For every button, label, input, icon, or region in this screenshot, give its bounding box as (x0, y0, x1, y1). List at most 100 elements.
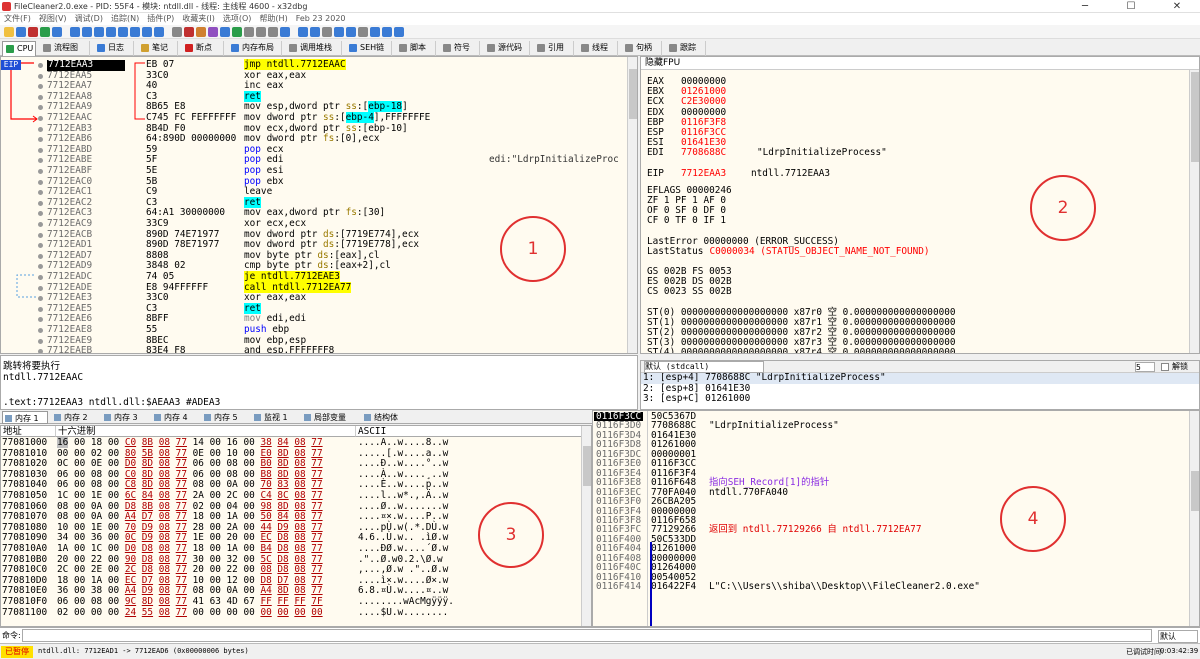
hide-fpu-toggle[interactable]: 隐藏FPU (641, 57, 1199, 70)
breakpoint-dot[interactable] (38, 63, 43, 68)
breakpoint-dot[interactable] (38, 116, 43, 121)
menu-item-5[interactable]: 收藏夹(I) (182, 13, 215, 25)
disasm-row[interactable]: 7712EAC0 5B pop ebx (1, 176, 629, 188)
disasm-row[interactable]: 7712EAB6 64:890D 00000000 mov dword ptr fs… (1, 133, 629, 145)
tab-4[interactable]: 断点 (182, 41, 224, 56)
register-line[interactable]: ECX C2E30000 (647, 97, 757, 107)
register-line[interactable]: EIP 7712EAA3 ntdll.7712EAA3 (647, 168, 830, 179)
menu-item-7[interactable]: 帮助(H) (259, 13, 287, 25)
disasm-row[interactable]: 7712EAC1 C9 leave (1, 186, 629, 198)
toolbar-button-icon[interactable] (268, 27, 278, 37)
toolbar-button-icon[interactable] (4, 27, 14, 37)
toolbar-button-icon[interactable] (358, 27, 368, 37)
toolbar-button-icon[interactable] (70, 27, 80, 37)
dump-tab-5[interactable]: 监视 1 (252, 411, 298, 424)
dump-row[interactable]: 77081000 16 00 18 00 C0 8B 08 77 14 00 16… (1, 437, 583, 449)
menu-item-8[interactable]: Feb 23 2020 (296, 13, 346, 25)
tab-12[interactable]: 线程 (578, 41, 618, 56)
dump-tab-1[interactable]: 内存 2 (52, 411, 98, 424)
toolbar-button-icon[interactable] (322, 27, 332, 37)
toolbar-button-icon[interactable] (142, 27, 152, 37)
toolbar-button-icon[interactable] (172, 27, 182, 37)
breakpoint-dot[interactable] (38, 296, 43, 302)
register-flags3[interactable]: CF 0 TF 0 IF 1 (647, 216, 726, 226)
breakpoint-dot[interactable] (38, 190, 43, 196)
call-arg-line[interactable]: 1: [esp+4] 7708688C "LdrpInitializeProce… (641, 372, 1199, 384)
toolbar-button-icon[interactable] (154, 27, 164, 37)
toolbar-button-icon[interactable] (196, 27, 206, 37)
toolbar-button-icon[interactable] (280, 27, 290, 37)
tab-3[interactable]: 笔记 (138, 41, 178, 56)
dump-row[interactable]: 77081050 1C 00 1E 00 6C 84 08 77 2A 00 2C… (1, 490, 583, 502)
toolbar-button-icon[interactable] (208, 27, 218, 37)
toolbar-button-icon[interactable] (310, 27, 320, 37)
breakpoint-dot[interactable] (38, 94, 43, 100)
disasm-row[interactable]: EIP 7712EAA3 EB 07 jmp ntdll.7712EAAC (1, 59, 629, 71)
minimize-icon[interactable]: ─ (1062, 0, 1108, 13)
disasm-row[interactable]: 7712EAE5 C3 ret (1, 302, 629, 315)
breakpoint-dot[interactable] (38, 222, 43, 227)
toolbar-button-icon[interactable] (394, 27, 404, 37)
breakpoint-dot[interactable] (38, 243, 43, 249)
toolbar-button-icon[interactable] (184, 27, 194, 37)
call-arg-line[interactable]: 3: [esp+C] 01261000 (641, 393, 1199, 405)
toolbar-button-icon[interactable] (94, 27, 104, 37)
tab-2[interactable]: 日志 (94, 41, 134, 56)
toolbar-button-icon[interactable] (40, 27, 50, 37)
toolbar-button-icon[interactable] (298, 27, 308, 37)
menu-item-4[interactable]: 插件(P) (147, 13, 174, 25)
toolbar-button-icon[interactable] (82, 27, 92, 37)
tab-8[interactable]: 脚本 (396, 41, 436, 56)
breakpoint-dot[interactable] (38, 158, 43, 164)
dump-row[interactable]: 770810F0 06 00 08 00 9C 8D 08 77 41 63 4D… (1, 596, 583, 608)
breakpoint-dot[interactable] (38, 126, 43, 132)
fpu-register-line[interactable]: ST(4) 0000000000000000000 x87r4 空 0.0000… (647, 348, 956, 354)
breakpoint-dot[interactable] (38, 232, 43, 238)
tab-9[interactable]: 符号 (440, 41, 480, 56)
toolbar-button-icon[interactable] (256, 27, 266, 37)
breakpoint-dot[interactable] (38, 349, 43, 353)
stack-row[interactable]: 0116F414 016422F4 L"C:\\Users\\shiba\\Desk… (593, 582, 1193, 592)
toolbar-button-icon[interactable] (28, 27, 38, 37)
command-input[interactable] (22, 629, 1152, 642)
dump-tab-3[interactable]: 内存 4 (152, 411, 198, 424)
menu-item-3[interactable]: 追踪(N) (111, 13, 139, 25)
disasm-row[interactable]: 7712EAE8 55 push ebp (1, 324, 629, 336)
breakpoint-dot[interactable] (38, 147, 43, 153)
toolbar-button-icon[interactable] (382, 27, 392, 37)
toolbar-button-icon[interactable] (232, 27, 242, 37)
maximize-icon[interactable]: ☐ (1108, 0, 1154, 13)
breakpoint-dot[interactable] (38, 328, 43, 333)
dump-row[interactable]: 77081100 02 00 00 00 24 55 08 77 00 00 00… (1, 607, 583, 619)
disasm-row[interactable]: 7712EAA7 40 inc eax (1, 80, 629, 92)
tab-13[interactable]: 句柄 (622, 41, 662, 56)
calling-convention-select[interactable]: 默认 (stdcall) 5 解锁 (641, 361, 1199, 373)
disasm-row[interactable]: 7712EABE 5F pop edi edi:"LdrpInitializeProc (1, 155, 629, 166)
tab-11[interactable]: 引用 (534, 41, 574, 56)
disassembly-scrollbar[interactable] (627, 57, 637, 353)
dump-tab-7[interactable]: 结构体 (362, 411, 412, 424)
breakpoint-dot[interactable] (38, 338, 43, 344)
dump-tab-2[interactable]: 内存 3 (102, 411, 148, 424)
breakpoint-dot[interactable] (38, 264, 43, 270)
toolbar-button-icon[interactable] (130, 27, 140, 37)
register-line[interactable]: EDI 7708688C "LdrpInitializeProcess" (647, 148, 887, 158)
breakpoint-dot[interactable] (38, 105, 43, 111)
toolbar-button-icon[interactable] (16, 27, 26, 37)
dump-tab-0[interactable]: 内存 1 (2, 411, 48, 424)
breakpoint-dot[interactable] (38, 179, 43, 185)
disasm-row[interactable]: 7712EAA5 33C0 xor eax,eax (1, 70, 629, 82)
menu-item-0[interactable]: 文件(F) (4, 13, 31, 25)
disasm-row[interactable]: 7712EAEB 83E4 F8 and esp,FFFFFFF8 (1, 345, 629, 353)
registers-scrollbar[interactable] (1189, 70, 1199, 353)
arg-count[interactable]: 5 (1135, 362, 1155, 372)
disasm-row[interactable]: 7712EADE E8 94FFFFFF call ntdll.7712EA77 (1, 281, 629, 294)
lock-checkbox[interactable] (1161, 363, 1169, 371)
breakpoint-dot[interactable] (38, 253, 43, 259)
breakpoint-dot[interactable] (38, 84, 43, 90)
toolbar-button-icon[interactable] (106, 27, 116, 37)
toolbar-button-icon[interactable] (220, 27, 230, 37)
breakpoint-dot[interactable] (38, 137, 43, 143)
breakpoint-dot[interactable] (38, 200, 43, 206)
register-laststatus[interactable]: LastStatus C0000034 (STATUS_OBJECT_NAME_N… (647, 247, 930, 257)
